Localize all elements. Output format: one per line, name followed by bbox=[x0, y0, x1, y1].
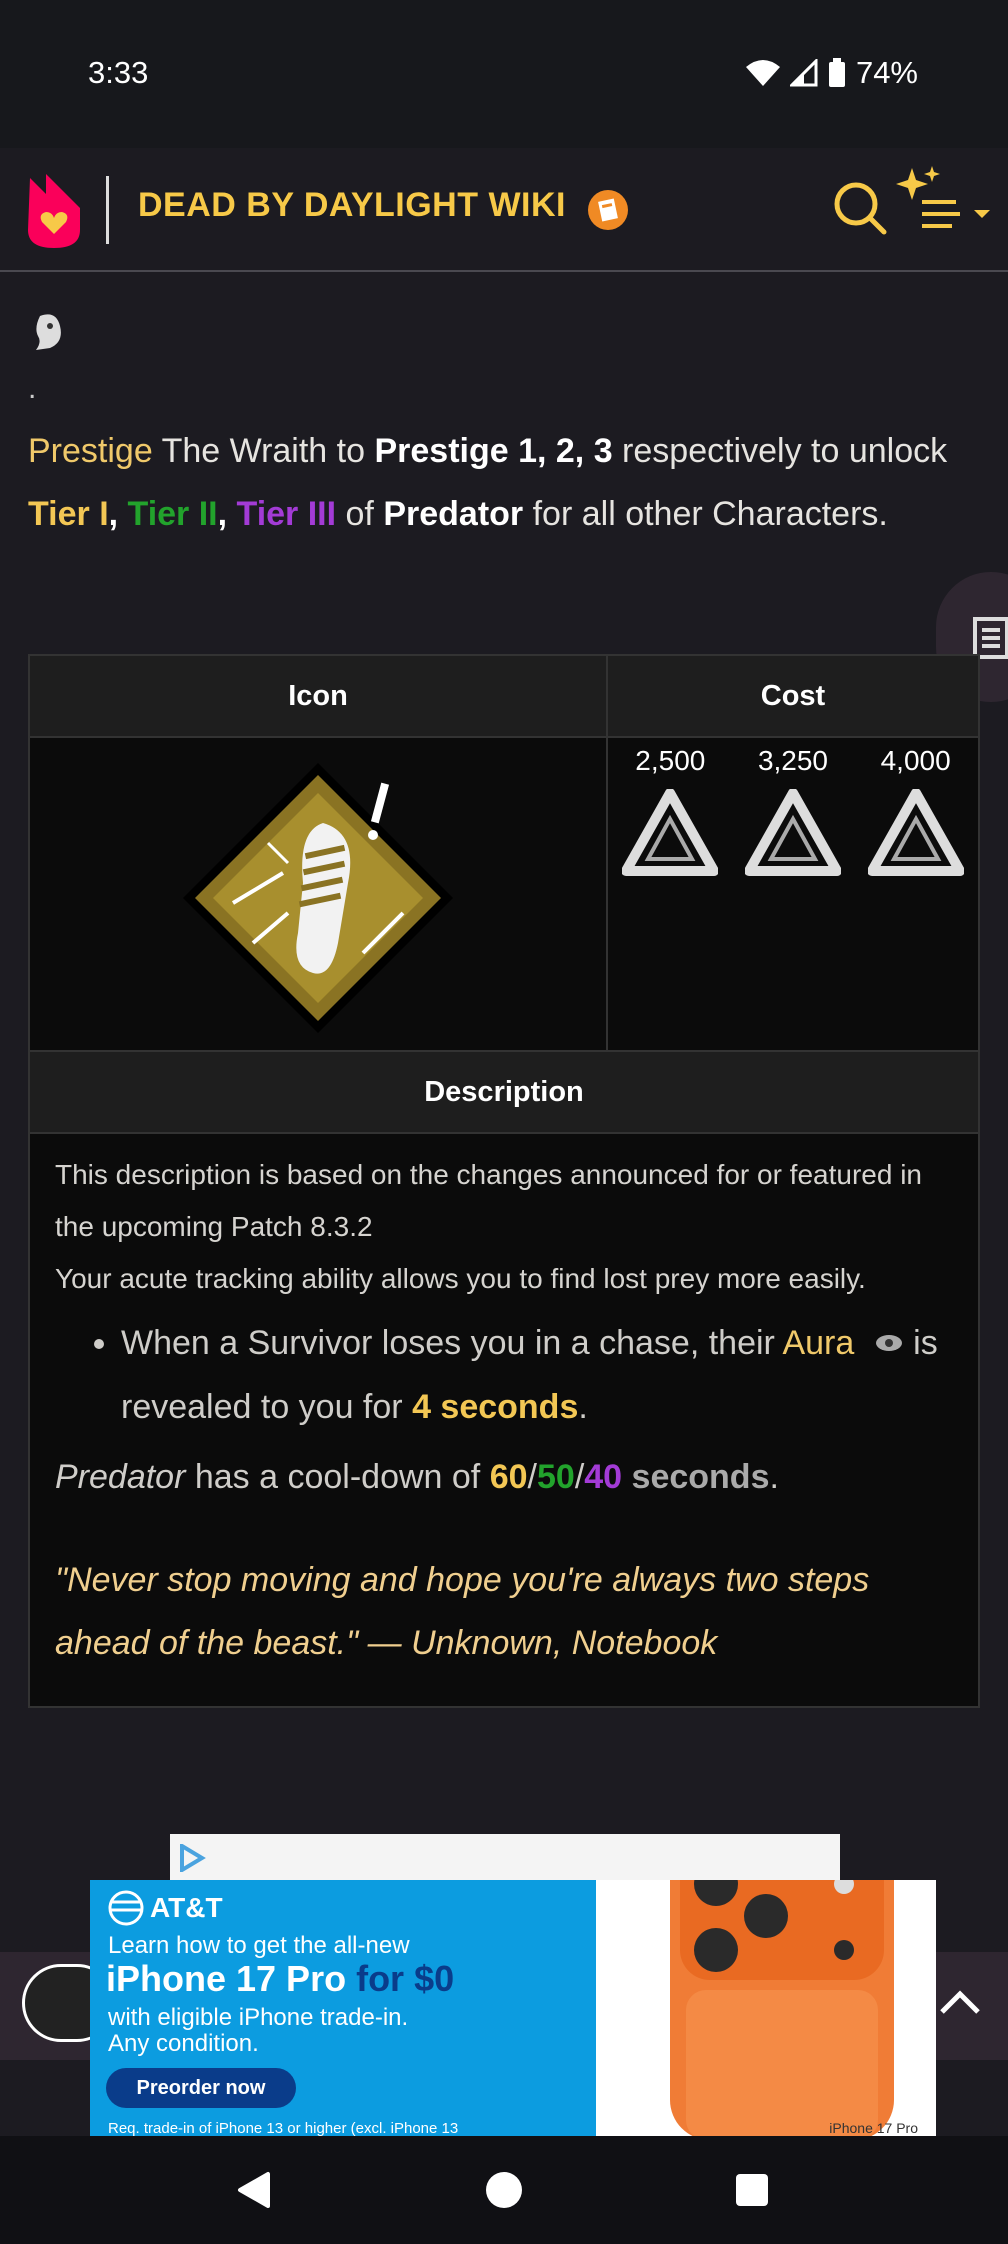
perk-name: Predator bbox=[383, 495, 524, 533]
battery-percent: 74% bbox=[855, 55, 918, 90]
header-divider bbox=[106, 176, 109, 244]
bloodpoints-icon bbox=[744, 789, 841, 876]
ai-menu-icon[interactable] bbox=[892, 166, 996, 240]
prestige-link[interactable]: Prestige bbox=[28, 432, 153, 470]
cooldown-tier-2: 50 bbox=[536, 1458, 575, 1496]
ad-fine-print: Req. trade-in of iPhone 13 or higher (ex… bbox=[108, 2120, 459, 2136]
wiki-header: DEAD BY DAYLIGHT WIKI bbox=[0, 148, 1008, 272]
bloodpoints-icon bbox=[867, 789, 964, 876]
list-item: When a Survivor loses you in a chase, th… bbox=[121, 1311, 953, 1439]
perk-icon-cell bbox=[28, 736, 608, 1052]
cooldown-perk-name: Predator bbox=[55, 1458, 186, 1496]
ad-offer: for $0 bbox=[346, 1958, 455, 1999]
fandom-logo-icon[interactable] bbox=[24, 168, 84, 250]
flavour-quote: "Never stop moving and hope you're alway… bbox=[55, 1561, 870, 1662]
perk-table: Icon Cost 2,500 3,250 4,000 Description … bbox=[28, 654, 980, 1708]
home-icon[interactable] bbox=[484, 2170, 524, 2210]
chevron-up-icon[interactable] bbox=[938, 1986, 982, 2016]
cooldown-text: has a cool-down of bbox=[185, 1458, 490, 1496]
wraith-icon bbox=[36, 314, 61, 350]
iphone-image bbox=[670, 1880, 894, 2136]
search-icon[interactable] bbox=[832, 180, 888, 236]
att-logo-icon bbox=[108, 1890, 144, 1926]
wifi-icon bbox=[745, 60, 780, 86]
intro-text: The Wraith to bbox=[152, 432, 375, 470]
cooldown-text: . bbox=[769, 1458, 779, 1496]
cost-tier-1: 2,500 bbox=[622, 745, 719, 879]
icon-header: Icon bbox=[28, 654, 608, 738]
perk-summary: Your acute tracking ability allows you t… bbox=[55, 1263, 866, 1294]
cooldown-unit: seconds bbox=[622, 1458, 770, 1496]
prestige-paragraph: Prestige The Wraith to Prestige 1, 2, 3 … bbox=[28, 420, 968, 546]
slash: / bbox=[574, 1458, 585, 1496]
effect-list: When a Survivor loses you in a chase, th… bbox=[55, 1311, 953, 1439]
aura-link[interactable]: Aura bbox=[782, 1324, 854, 1362]
effect-text: . bbox=[578, 1388, 588, 1426]
description-header: Description bbox=[28, 1050, 980, 1134]
slash: / bbox=[527, 1458, 537, 1496]
ad-line2: with eligible iPhone trade-in. bbox=[108, 2004, 409, 2031]
signal-icon bbox=[789, 59, 818, 87]
phone-label: iPhone 17 Pro bbox=[829, 2120, 918, 2136]
cost-value: 4,000 bbox=[880, 745, 951, 776]
preorder-button[interactable]: Preorder now bbox=[106, 2068, 296, 2108]
cost-cell: 2,500 3,250 4,000 bbox=[606, 736, 980, 1052]
list-dot: . bbox=[28, 372, 37, 405]
tier-1: Tier I bbox=[28, 495, 109, 533]
ad-product-image: iPhone 17 Pro bbox=[596, 1880, 936, 2136]
aura-icon bbox=[875, 1335, 902, 1351]
cooldown-line: Predator has a cool-down of 60/50/40 sec… bbox=[55, 1451, 953, 1503]
tier-2: Tier II bbox=[127, 495, 218, 533]
ad-topbar bbox=[170, 1834, 840, 1882]
back-icon[interactable] bbox=[234, 2170, 274, 2210]
recents-icon[interactable] bbox=[734, 2172, 770, 2208]
description-cell: This description is based on the changes… bbox=[28, 1132, 980, 1708]
ad-headline: iPhone 17 Pro for $0 bbox=[106, 1958, 454, 2000]
ad-brand: AT&T bbox=[150, 1892, 223, 1923]
description-body: This description is based on the changes… bbox=[31, 1135, 977, 1705]
advertisement-banner[interactable]: AT&T Learn how to get the all-new iPhone… bbox=[90, 1880, 936, 2136]
status-icons: 74% bbox=[745, 55, 918, 91]
intro-text: of bbox=[336, 495, 384, 533]
cost-header: Cost bbox=[606, 654, 980, 738]
status-time: 3:33 bbox=[88, 55, 149, 90]
battery-icon bbox=[828, 58, 845, 87]
ad-line1: Learn how to get the all-new bbox=[108, 1932, 410, 1959]
prestige-levels: Prestige 1, 2, 3 bbox=[374, 432, 613, 470]
wiki-badge-icon bbox=[588, 190, 628, 230]
cost-tier-3: 4,000 bbox=[867, 745, 964, 879]
patch-note: This description is based on the changes… bbox=[55, 1159, 923, 1242]
cost-list: 2,500 3,250 4,000 bbox=[609, 739, 977, 879]
wiki-title[interactable]: DEAD BY DAYLIGHT WIKI bbox=[138, 186, 566, 225]
adchoices-icon[interactable] bbox=[178, 1844, 206, 1872]
cost-value: 3,250 bbox=[757, 745, 829, 776]
intro-text: respectively to unlock bbox=[612, 432, 948, 470]
cooldown-tier-3: 40 bbox=[584, 1458, 623, 1496]
comma: , bbox=[108, 495, 128, 533]
predator-perk-icon bbox=[183, 763, 453, 1033]
tier-3: Tier III bbox=[236, 495, 337, 533]
cooldown-tier-1: 60 bbox=[489, 1458, 528, 1496]
status-bar: 3:33 74% bbox=[0, 0, 1008, 148]
system-nav-bar bbox=[0, 2136, 1008, 2244]
intro-text: for all other Characters. bbox=[523, 495, 888, 533]
ad-product: iPhone 17 Pro bbox=[106, 1958, 347, 1999]
effect-text: When a Survivor loses you in a chase, th… bbox=[121, 1324, 783, 1362]
cost-value: 2,500 bbox=[635, 745, 706, 776]
comma: , bbox=[217, 495, 237, 533]
bloodpoints-icon bbox=[622, 789, 719, 876]
cost-tier-2: 3,250 bbox=[744, 745, 841, 879]
ad-line3: Any condition. bbox=[108, 2030, 259, 2057]
duration: 4 seconds bbox=[412, 1388, 579, 1426]
